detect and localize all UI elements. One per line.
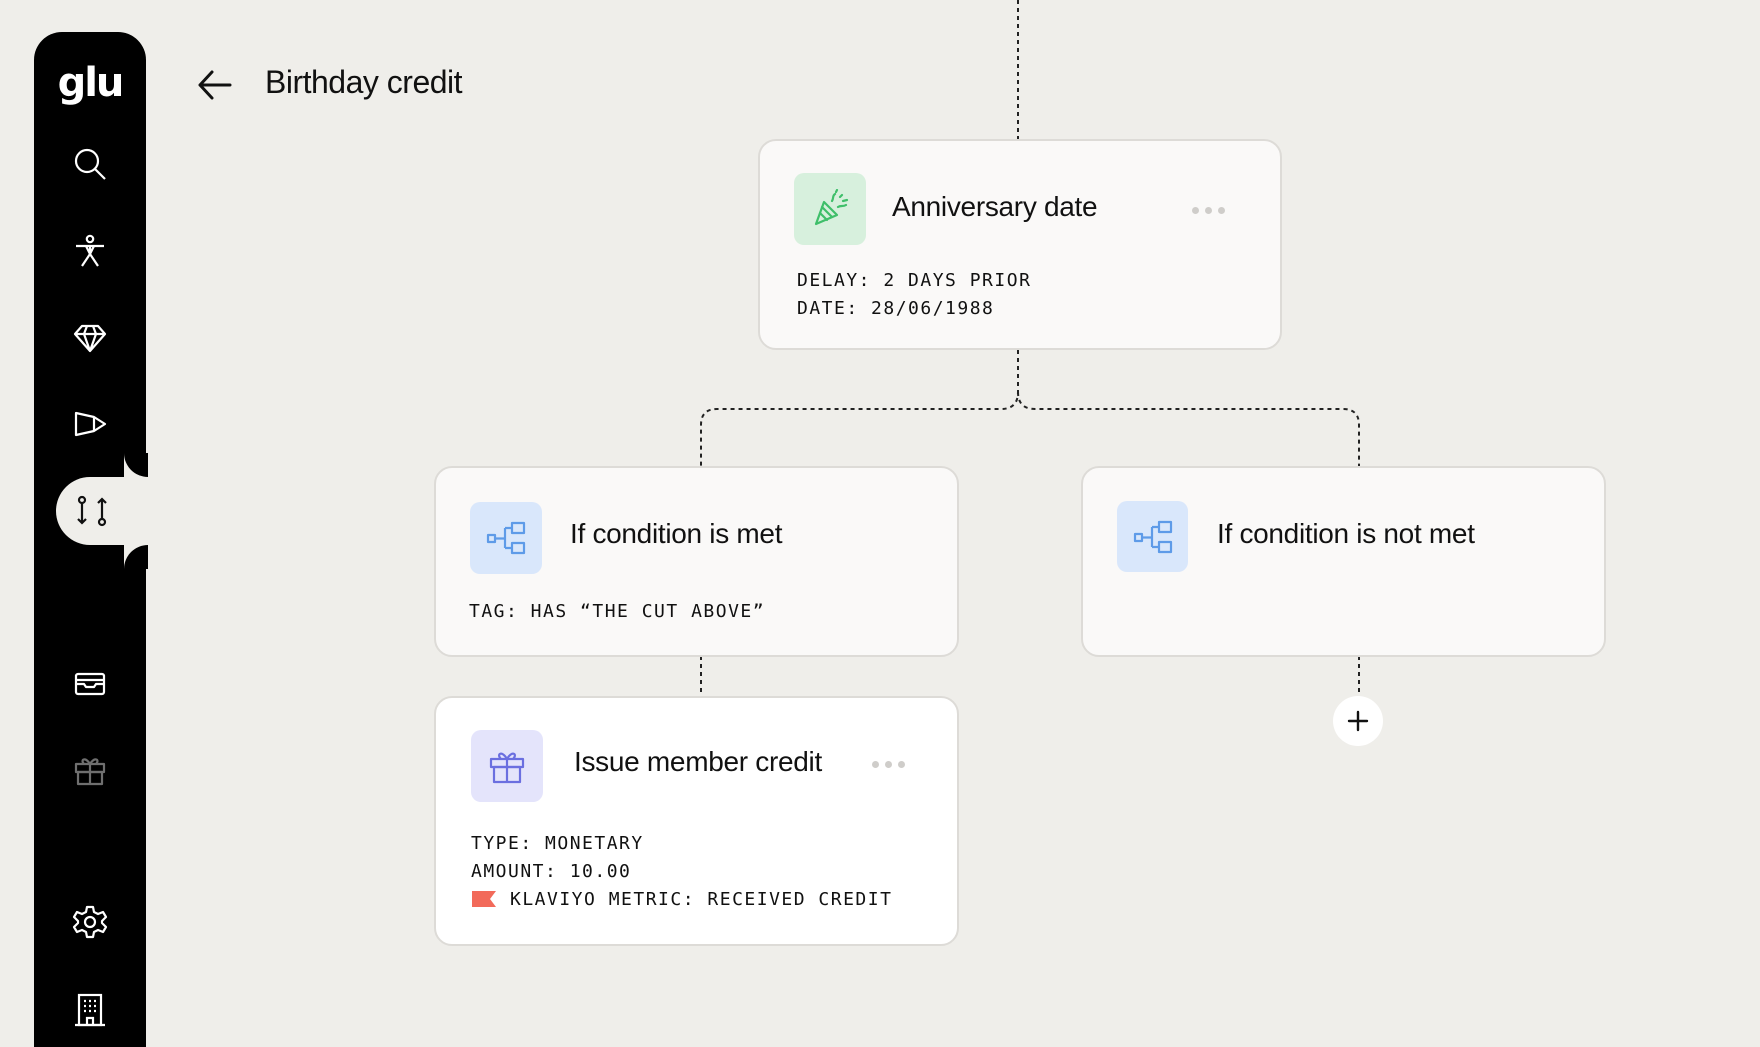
person-icon[interactable] (70, 231, 110, 271)
branch-icon (1117, 501, 1188, 572)
gear-icon[interactable] (70, 902, 110, 942)
branch-met-title: If condition is met (570, 518, 783, 549)
action-detail: TYPE: MONETARY (471, 833, 644, 854)
building-icon[interactable] (70, 990, 110, 1030)
megaphone-icon[interactable] (70, 404, 110, 444)
glu-logo[interactable]: glu (34, 60, 146, 106)
action-more-button[interactable] (872, 761, 905, 768)
action-detail: AMOUNT: 10.00 (471, 861, 632, 882)
trigger-detail: DELAY: 2 DAYS PRIOR (797, 270, 1032, 291)
add-step-button[interactable] (1333, 696, 1383, 746)
plus-icon (1347, 710, 1369, 732)
klaviyo-flag-icon (472, 891, 496, 907)
action-title: Issue member credit (574, 746, 822, 777)
action-detail: KLAVIYO METRIC: RECEIVED CREDIT (510, 889, 893, 910)
wallet-icon[interactable] (70, 664, 110, 704)
branch-met-detail: TAG: HAS “THE CUT ABOVE” (469, 601, 766, 622)
gift-icon[interactable] (70, 750, 110, 790)
trigger-more-button[interactable] (1192, 207, 1225, 214)
branch-not-met-card[interactable]: If condition is not met (1081, 466, 1606, 657)
diamond-icon[interactable] (70, 318, 110, 358)
workflow-icon (77, 495, 107, 527)
page-title: Birthday credit (265, 64, 463, 100)
party-popper-icon (794, 173, 866, 245)
trigger-card[interactable]: Anniversary date DELAY: 2 DAYS PRIOR DAT… (758, 139, 1282, 350)
back-arrow-icon[interactable] (196, 68, 234, 102)
sidebar-item-workflows[interactable] (56, 477, 148, 545)
branch-not-met-title: If condition is not met (1217, 518, 1475, 549)
search-icon[interactable] (70, 144, 110, 184)
gift-icon (471, 730, 543, 802)
trigger-detail: DATE: 28/06/1988 (797, 298, 995, 319)
trigger-title: Anniversary date (892, 191, 1098, 222)
branch-icon (470, 502, 542, 574)
branch-met-card[interactable]: If condition is met TAG: HAS “THE CUT AB… (434, 466, 959, 657)
action-card[interactable]: Issue member credit TYPE: MONETARY AMOUN… (434, 696, 959, 946)
